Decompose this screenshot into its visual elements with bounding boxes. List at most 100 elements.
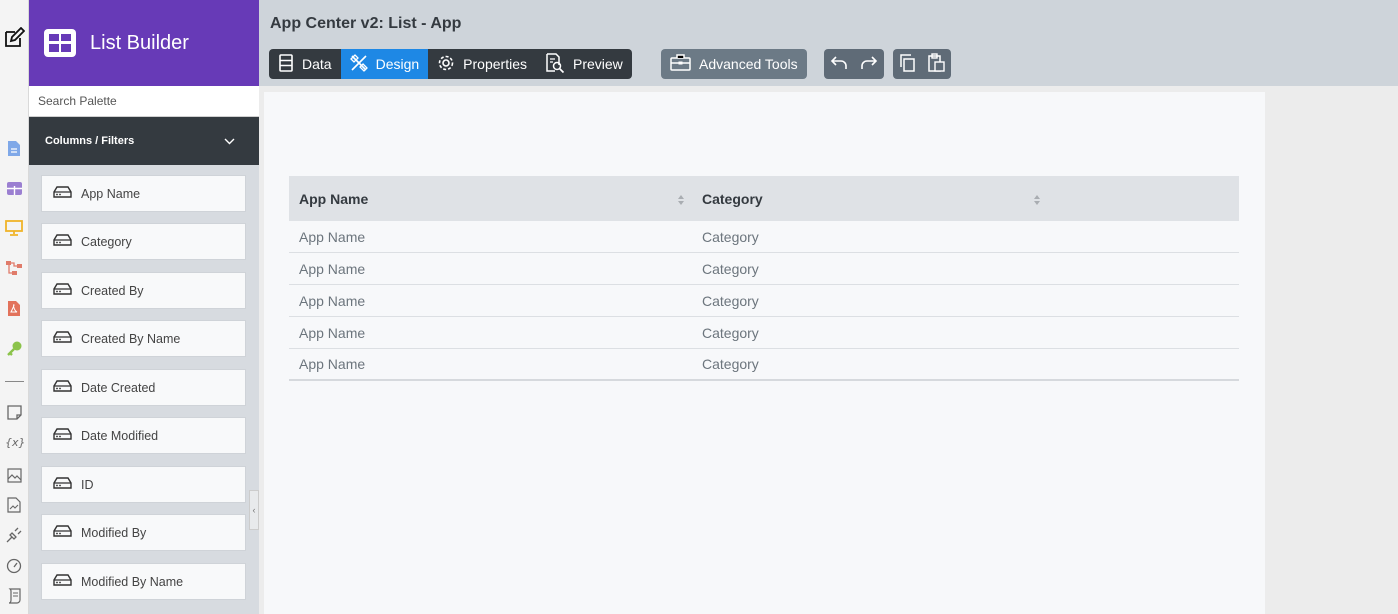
- column-header-app-name[interactable]: App Name: [289, 176, 692, 221]
- chevron-down-icon: [224, 132, 235, 150]
- table-cell: App Name: [299, 260, 366, 277]
- script-icon[interactable]: [5, 587, 23, 605]
- palette-item-date-modified[interactable]: Date Modified: [41, 417, 246, 454]
- tab-data-label: Data: [302, 56, 332, 72]
- palette-item-created-by[interactable]: Created By: [41, 272, 246, 309]
- document-icon[interactable]: [5, 139, 23, 157]
- tab-preview[interactable]: Preview: [536, 49, 632, 79]
- palette-item-id[interactable]: ID: [41, 466, 246, 503]
- search-input[interactable]: [29, 86, 259, 116]
- palette-item-category[interactable]: Category: [41, 223, 246, 260]
- pdf-icon[interactable]: [5, 299, 23, 317]
- undo-button[interactable]: [824, 49, 854, 79]
- field-icon: [53, 282, 72, 300]
- sort-icon[interactable]: [1033, 193, 1041, 205]
- gear-icon: [437, 54, 463, 75]
- field-icon: [53, 379, 72, 397]
- table-cell: Category: [702, 260, 759, 277]
- image-icon[interactable]: [5, 466, 23, 484]
- tab-properties[interactable]: Properties: [428, 49, 536, 79]
- tab-properties-label: Properties: [463, 56, 527, 72]
- palette-item-created-by-name[interactable]: Created By Name: [41, 320, 246, 357]
- palette-item-label: Date Created: [81, 380, 156, 395]
- svg-text:{x}: {x}: [5, 436, 24, 449]
- palette-item-label: App Name: [81, 186, 141, 201]
- palette-item-modified-by[interactable]: Modified By: [41, 514, 246, 551]
- design-canvas[interactable]: App Name Category App Name Category App …: [264, 92, 1265, 614]
- report-icon[interactable]: [5, 496, 23, 514]
- palette-item-label: Created By: [81, 283, 144, 298]
- table-header: App Name Category: [289, 176, 1239, 221]
- table-cell: Category: [702, 324, 759, 341]
- page-title: App Center v2: List - App: [270, 15, 462, 32]
- table-cell: App Name: [299, 228, 366, 245]
- palette-item-app-name[interactable]: App Name: [41, 175, 246, 212]
- table-row[interactable]: App Name Category: [289, 221, 1239, 253]
- toolbox-icon: [670, 54, 699, 74]
- field-icon: [53, 476, 72, 494]
- palette-title: List Builder: [90, 31, 189, 54]
- table-cell: App Name: [299, 292, 366, 309]
- table-cell: Category: [702, 356, 759, 372]
- list-table: App Name Category App Name Category App …: [289, 176, 1239, 381]
- advanced-tools-button[interactable]: Advanced Tools: [661, 49, 807, 79]
- workflow-icon[interactable]: [5, 259, 23, 277]
- tab-preview-label: Preview: [572, 56, 623, 72]
- rail-divider: [5, 381, 24, 382]
- palette-item-label: Date Modified: [81, 428, 159, 443]
- variable-icon[interactable]: {x}: [4, 433, 24, 451]
- redo-icon: [860, 55, 878, 74]
- field-icon: [53, 330, 72, 348]
- tab-design-label: Design: [375, 56, 420, 72]
- edit-icon[interactable]: [3, 27, 25, 49]
- palette-item-modified-by-name[interactable]: Modified By Name: [41, 563, 246, 600]
- note-icon[interactable]: [5, 403, 23, 421]
- table-row[interactable]: App Name Category: [289, 253, 1239, 285]
- main-header: App Center v2: List - App Data Design Pr…: [259, 0, 1398, 86]
- undo-icon: [830, 55, 848, 74]
- advanced-tools-group: Advanced Tools: [661, 49, 807, 79]
- column-header-category[interactable]: Category: [692, 176, 1048, 221]
- palette-item-label: Created By Name: [81, 331, 181, 346]
- list-builder-logo-icon: [43, 28, 77, 58]
- key-icon[interactable]: [5, 339, 23, 357]
- advanced-tools-label: Advanced Tools: [699, 56, 798, 72]
- redo-button[interactable]: [854, 49, 884, 79]
- clipboard-group: [893, 49, 951, 79]
- plug-icon[interactable]: [5, 526, 23, 544]
- field-icon: [53, 185, 72, 203]
- tab-data[interactable]: Data: [269, 49, 341, 79]
- tab-design[interactable]: Design: [340, 49, 429, 79]
- field-icon: [53, 233, 72, 251]
- sort-icon[interactable]: [677, 193, 685, 205]
- column-header-label: App Name: [299, 190, 369, 207]
- app-rail: {x}: [0, 0, 29, 614]
- monitor-icon[interactable]: [5, 219, 23, 237]
- list-icon[interactable]: [5, 179, 23, 197]
- collapse-palette-handle[interactable]: ‹: [249, 490, 259, 530]
- table-cell: Category: [702, 228, 759, 245]
- table-row[interactable]: App Name Category: [289, 285, 1239, 317]
- copy-icon: [899, 53, 916, 75]
- table-row[interactable]: App Name Category: [289, 317, 1239, 349]
- paste-icon: [928, 53, 945, 75]
- gauge-icon[interactable]: [5, 557, 23, 575]
- group-label: Columns / Filters: [45, 135, 135, 147]
- paste-button[interactable]: [922, 49, 951, 79]
- columns-filters-group[interactable]: Columns / Filters: [29, 117, 259, 165]
- field-icon: [53, 427, 72, 445]
- undo-redo-group: [824, 49, 884, 79]
- palette-item-label: Category: [81, 234, 132, 249]
- table-cell: App Name: [299, 324, 366, 341]
- palette-item-date-created[interactable]: Date Created: [41, 369, 246, 406]
- table-cell: App Name: [299, 356, 366, 372]
- data-icon: [278, 53, 302, 75]
- design-icon: [349, 53, 376, 75]
- table-row[interactable]: App Name Category: [289, 349, 1239, 381]
- palette-search: [29, 86, 259, 117]
- column-header-label: Category: [702, 190, 763, 207]
- field-icon: [53, 573, 72, 591]
- copy-button[interactable]: [893, 49, 922, 79]
- palette-header: List Builder: [29, 0, 259, 86]
- preview-icon: [545, 52, 573, 76]
